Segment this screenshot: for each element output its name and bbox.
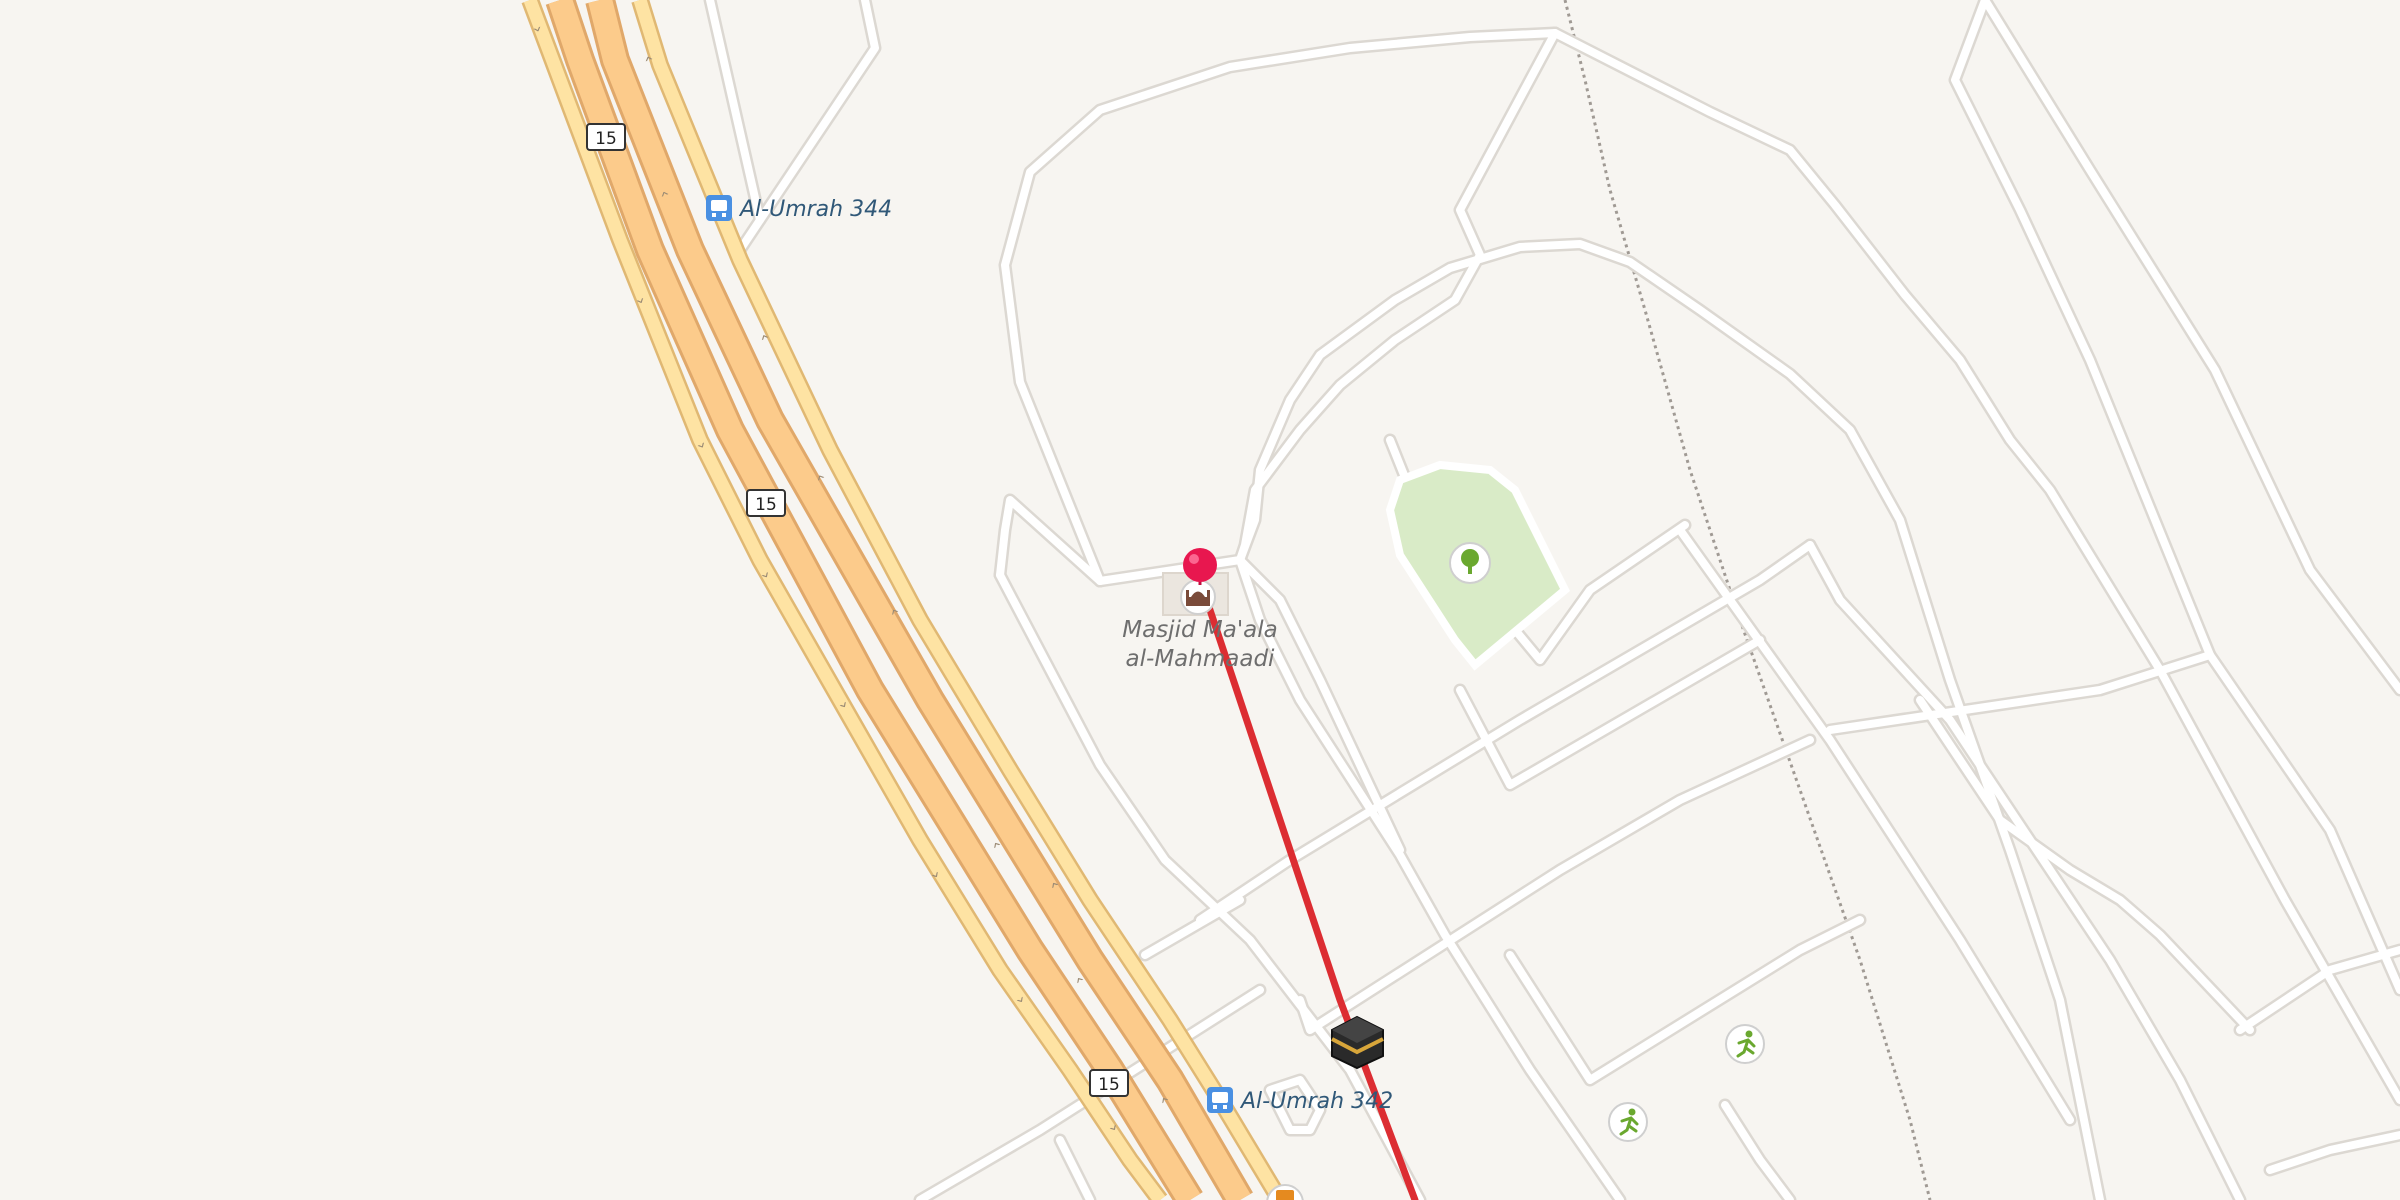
route-shield-label: 15 [1098,1075,1120,1095]
bus-stop-label: Al-Umrah 342 [1239,1089,1393,1114]
route-shield: 15 [1089,1069,1129,1097]
bus-stop-label: Al-Umrah 344 [738,197,892,222]
poi-name-line1: Masjid Ma'ala [1122,617,1277,643]
bus-icon [706,195,732,221]
tree-icon[interactable] [1449,542,1491,584]
running-person-icon[interactable] [1725,1024,1765,1064]
route-shield-label: 15 [595,129,617,149]
route-shield: 15 [746,489,786,517]
running-person-icon[interactable] [1608,1102,1648,1142]
bus-icon [1207,1087,1233,1113]
map-canvas[interactable]: › › › › › › › › › › › › › › › › › 15 15 … [0,0,2400,1200]
route-shield: 15 [586,123,626,151]
poi-name-line2: al-Mahmaadi [1126,646,1275,672]
route-shield-label: 15 [755,495,777,515]
mosque-icon[interactable] [1180,579,1216,615]
